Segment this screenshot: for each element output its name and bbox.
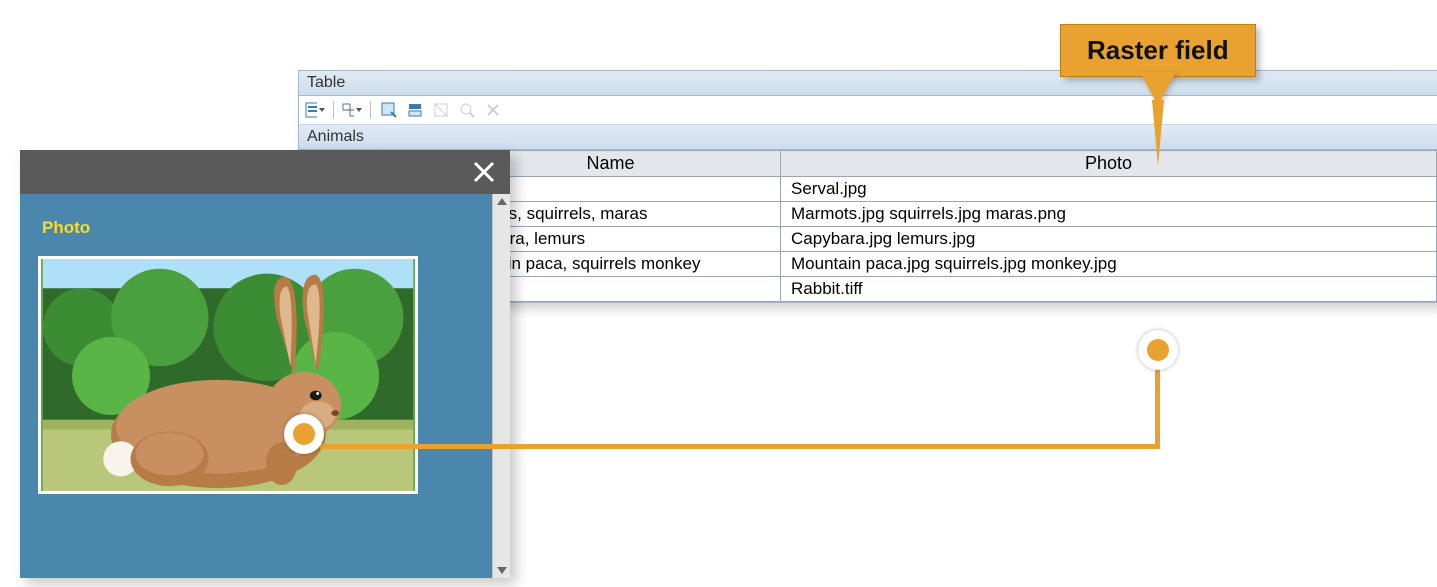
callout-raster-field: Raster field	[1060, 24, 1256, 77]
close-icon	[471, 159, 497, 185]
connector-line	[1155, 362, 1160, 449]
popup-scrollbar[interactable]	[492, 194, 510, 578]
popup-content: Photo	[20, 194, 492, 578]
col-header-photo[interactable]: Photo	[781, 151, 1437, 177]
zoom-to-selection-button[interactable]	[457, 100, 477, 120]
cell-photo[interactable]: Serval.jpg	[781, 177, 1437, 202]
close-table-button[interactable]	[483, 100, 503, 120]
table-window-title: Table	[299, 71, 1437, 96]
popup-photo-heading: Photo	[42, 218, 474, 238]
callout-pointer-tip	[1152, 100, 1164, 166]
photo-popup-window: Photo	[20, 150, 510, 578]
rabbit-image	[41, 259, 415, 491]
related-tables-button[interactable]	[342, 100, 362, 120]
connector-marker	[1138, 330, 1178, 370]
popup-body: Photo	[20, 194, 510, 578]
cell-photo[interactable]: Rabbit.tiff	[781, 277, 1437, 302]
cell-photo[interactable]: Mountain paca.jpg squirrels.jpg monkey.j…	[781, 252, 1437, 277]
photo-preview[interactable]	[38, 256, 418, 494]
scroll-down-icon[interactable]	[497, 567, 507, 574]
switch-selection-button[interactable]	[405, 100, 425, 120]
table-toolbar	[299, 96, 1437, 125]
popup-titlebar[interactable]	[20, 150, 510, 194]
select-by-attributes-button[interactable]	[379, 100, 399, 120]
table-options-button[interactable]	[305, 100, 325, 120]
table-layer-name: Animals	[299, 125, 1437, 150]
popup-close-button[interactable]	[468, 156, 500, 188]
connector-marker	[284, 414, 324, 454]
cell-photo[interactable]: Capybara.jpg lemurs.jpg	[781, 227, 1437, 252]
scroll-up-icon[interactable]	[497, 198, 507, 205]
clear-selection-button[interactable]	[431, 100, 451, 120]
cell-photo[interactable]: Marmots.jpg squirrels.jpg maras.png	[781, 202, 1437, 227]
connector-line	[320, 444, 1160, 449]
